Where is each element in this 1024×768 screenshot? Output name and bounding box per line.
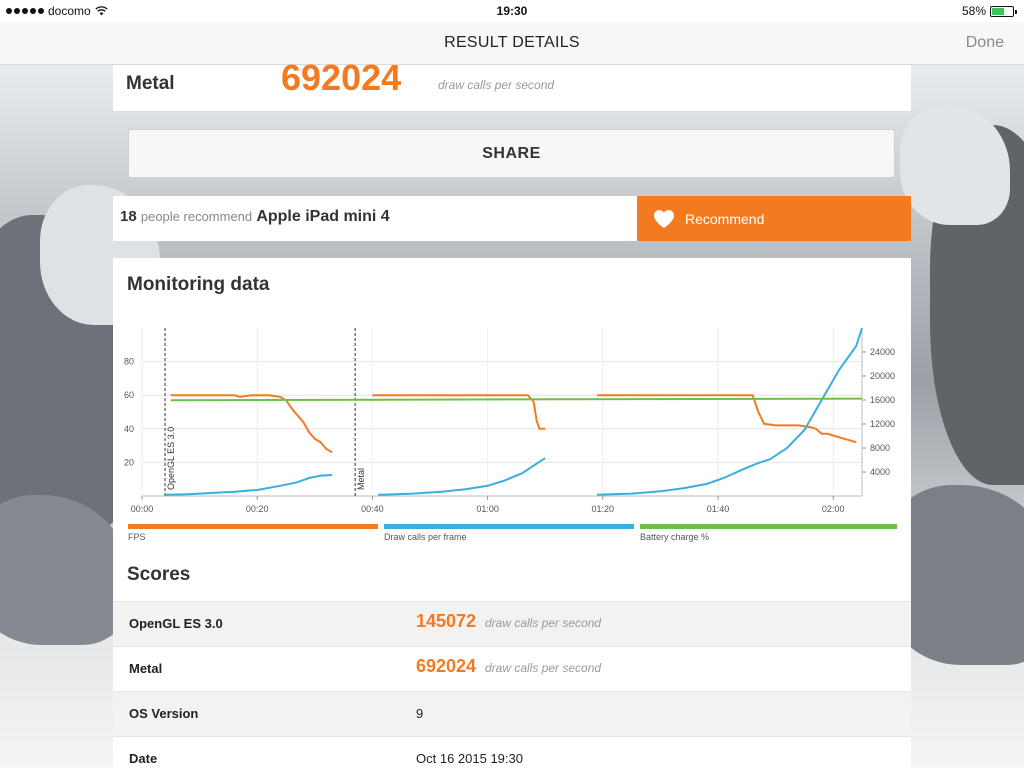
recommend-caption: people recommend xyxy=(140,209,253,224)
row-label: Metal xyxy=(129,661,163,676)
page-title: RESULT DETAILS xyxy=(444,34,580,51)
y-right-tick-label: 4000 xyxy=(870,467,890,477)
row-label: OpenGL ES 3.0 xyxy=(129,616,223,631)
table-row: Metal 692024 draw calls per second xyxy=(113,646,911,691)
row-score: 692024 xyxy=(416,656,477,676)
row-label: Date xyxy=(129,751,158,766)
x-tick-label: 00:20 xyxy=(246,504,269,514)
recommend-card: 18 people recommend Apple iPad mini 4 xyxy=(113,196,637,241)
recommend-text: 18 people recommend Apple iPad mini 4 xyxy=(120,208,390,226)
monitoring-card: Monitoring data 20 40 60 80 4000 8000 12000 160… xyxy=(113,258,911,768)
x-tick-label: 02:00 xyxy=(822,504,845,514)
x-tick-label: 00:00 xyxy=(131,504,154,514)
y-left-tick-label: 40 xyxy=(124,424,134,434)
row-unit: draw calls per second xyxy=(485,661,602,675)
y-right-tick-label: 24000 xyxy=(870,347,895,357)
done-button[interactable]: Done xyxy=(966,34,1004,52)
device-name: Apple iPad mini 4 xyxy=(256,208,390,225)
recommend-button[interactable]: Recommend xyxy=(637,196,911,241)
series-line-draw-calls-per-frame xyxy=(164,474,333,496)
series-line-draw-calls-per-frame xyxy=(378,457,546,496)
x-tick-label: 01:00 xyxy=(476,504,499,514)
legend-label-draw-calls: Draw calls per frame xyxy=(384,532,467,542)
legend-swatch-battery xyxy=(640,524,897,529)
row-label: OS Version xyxy=(129,706,199,721)
x-tick-label: 01:20 xyxy=(592,504,615,514)
metal-summary-label: Metal xyxy=(126,73,175,94)
legend-swatch-fps xyxy=(128,524,378,529)
scores-table: OpenGL ES 3.0 145072 draw calls per seco… xyxy=(113,601,911,768)
recommend-button-label: Recommend xyxy=(685,210,765,227)
navigation-bar: RESULT DETAILS Done xyxy=(0,22,1024,65)
legend-label-battery: Battery charge % xyxy=(640,532,710,542)
series-line-draw-calls-per-frame xyxy=(596,327,863,496)
y-left-tick-label: 60 xyxy=(124,390,134,400)
metal-summary-score: 692024 xyxy=(281,57,402,98)
row-value: Oct 16 2015 19:30 xyxy=(416,751,523,766)
row-value: 9 xyxy=(416,706,424,721)
metal-summary-unit: draw calls per second xyxy=(438,78,555,92)
rock-right-snow xyxy=(900,105,1010,225)
series-line-battery-charge- xyxy=(170,397,863,402)
scores-title: Scores xyxy=(127,564,191,585)
y-right-tick-label: 20000 xyxy=(870,371,895,381)
monitoring-title: Monitoring data xyxy=(127,274,270,295)
table-row: OS Version 9 xyxy=(113,691,911,736)
y-right-tick-label: 16000 xyxy=(870,395,895,405)
y-left-tick-label: 20 xyxy=(124,457,134,467)
metal-summary-card: Metal 692024 draw calls per second xyxy=(113,57,911,112)
legend-label-fps: FPS xyxy=(128,532,146,542)
y-right-tick-label: 8000 xyxy=(870,443,890,453)
legend-swatch-draw-calls xyxy=(384,524,634,529)
battery-icon xyxy=(990,5,1017,17)
status-bar: docomo 19:30 58% xyxy=(0,0,1024,22)
y-left-tick-label: 80 xyxy=(124,357,134,367)
battery-percent: 58% xyxy=(961,4,986,18)
x-tick-label: 01:40 xyxy=(707,504,730,514)
table-row: Date Oct 16 2015 19:30 xyxy=(113,736,911,768)
row-score: 145072 xyxy=(416,611,477,631)
test-marker-label: OpenGL ES 3.0 xyxy=(166,427,176,490)
monitoring-chart: 20 40 60 80 4000 8000 12000 16000 20000 24000 00:0… xyxy=(113,320,911,550)
recommend-count: 18 xyxy=(120,208,137,225)
test-marker-label: Metal xyxy=(356,468,366,490)
series-line-fps xyxy=(597,394,857,444)
y-right-tick-label: 12000 xyxy=(870,419,895,429)
table-row: OpenGL ES 3.0 145072 draw calls per seco… xyxy=(113,601,911,646)
heart-icon xyxy=(654,209,674,228)
battery-info: 58% xyxy=(961,4,1017,18)
x-tick-label: 00:40 xyxy=(361,504,384,514)
monitoring-chart-svg: 20 40 60 80 4000 8000 12000 16000 20000 24000 00:0… xyxy=(124,327,895,514)
series-line-fps xyxy=(170,394,333,454)
share-button[interactable]: SHARE xyxy=(128,129,895,178)
clock: 19:30 xyxy=(496,4,528,18)
row-unit: draw calls per second xyxy=(485,616,602,630)
